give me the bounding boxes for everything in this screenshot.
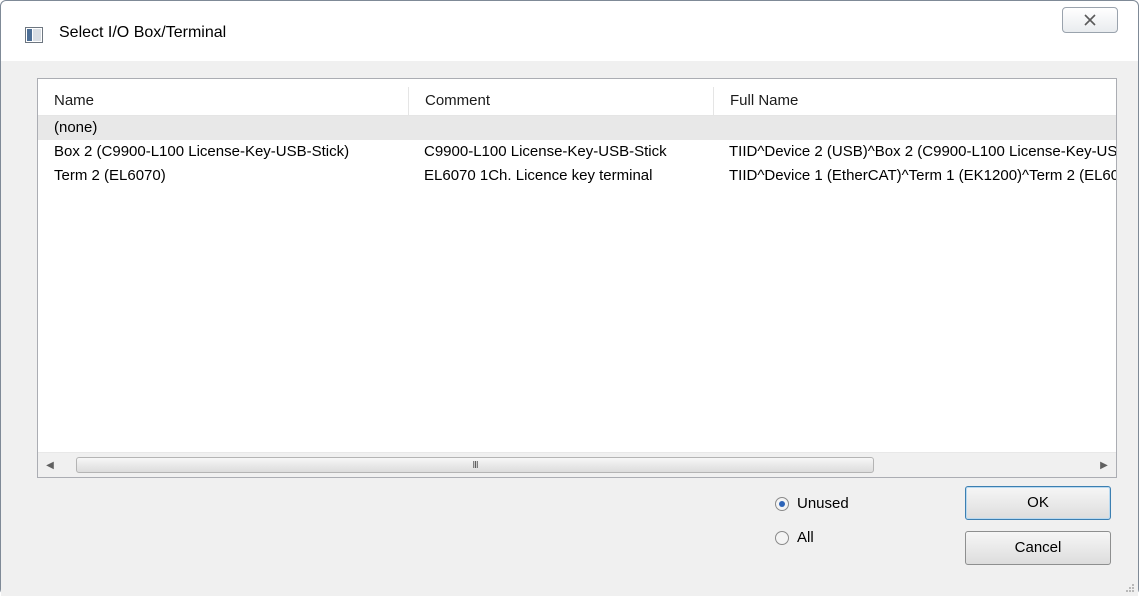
scroll-right-icon: ▶ xyxy=(1100,459,1108,471)
title-bar[interactable]: Select I/O Box/Terminal xyxy=(1,1,1138,61)
resize-grip-icon[interactable] xyxy=(1124,582,1134,592)
dialog-window: Select I/O Box/Terminal Name Comment Ful… xyxy=(0,0,1139,596)
radio-unused-label: Unused xyxy=(797,495,849,512)
list-body: (none) Box 2 (C9900-L100 License-Key-USB… xyxy=(38,116,1116,188)
cancel-button[interactable]: Cancel xyxy=(965,531,1111,565)
cell-name: (none) xyxy=(54,119,98,136)
radio-unused-button[interactable] xyxy=(775,496,789,511)
list-row-none[interactable]: (none) xyxy=(38,116,1116,140)
cell-name: Term 2 (EL6070) xyxy=(54,167,166,184)
column-header-full-name[interactable]: Full Name xyxy=(713,87,1116,115)
cell-comment xyxy=(408,116,713,140)
radio-all-label: All xyxy=(797,529,814,546)
scroll-left-icon: ◀ xyxy=(46,459,54,471)
radio-all[interactable]: All xyxy=(775,529,814,546)
list-row-box-2[interactable]: Box 2 (C9900-L100 License-Key-USB-Stick)… xyxy=(38,140,1116,164)
box-terminal-list[interactable]: Name Comment Full Name (none) Box 2 (C99… xyxy=(37,78,1117,478)
cell-full-name xyxy=(713,116,1116,140)
ok-button[interactable]: OK xyxy=(965,486,1111,520)
cell-full-name: TIID^Device 2 (USB)^Box 2 (C9900-L100 Li… xyxy=(729,143,1117,160)
cell-name: Box 2 (C9900-L100 License-Key-USB-Stick) xyxy=(54,143,350,160)
scrollbar-thumb[interactable]: III xyxy=(76,457,874,473)
column-header-comment[interactable]: Comment xyxy=(408,87,713,115)
close-button[interactable] xyxy=(1062,7,1118,33)
close-icon xyxy=(1084,14,1096,26)
window-icon xyxy=(25,27,43,43)
window-title: Select I/O Box/Terminal xyxy=(59,24,227,41)
scroll-right-button[interactable]: ▶ xyxy=(1092,453,1116,477)
radio-all-button[interactable] xyxy=(775,530,789,545)
cell-full-name: TIID^Device 1 (EtherCAT)^Term 1 (EK1200)… xyxy=(729,167,1117,184)
column-header-name[interactable]: Name xyxy=(38,87,408,115)
scroll-left-button[interactable]: ◀ xyxy=(38,453,62,477)
cell-comment: C9900-L100 License-Key-USB-Stick xyxy=(424,143,667,160)
cell-comment: EL6070 1Ch. Licence key terminal xyxy=(424,167,653,184)
horizontal-scrollbar[interactable]: ◀ III ▶ xyxy=(38,452,1116,477)
dialog-body: Name Comment Full Name (none) Box 2 (C99… xyxy=(1,61,1138,596)
radio-unused[interactable]: Unused xyxy=(775,495,849,512)
scrollbar-grip: III xyxy=(472,459,478,471)
list-row-term-2[interactable]: Term 2 (EL6070) EL6070 1Ch. Licence key … xyxy=(38,164,1116,188)
list-header: Name Comment Full Name xyxy=(38,87,1116,116)
